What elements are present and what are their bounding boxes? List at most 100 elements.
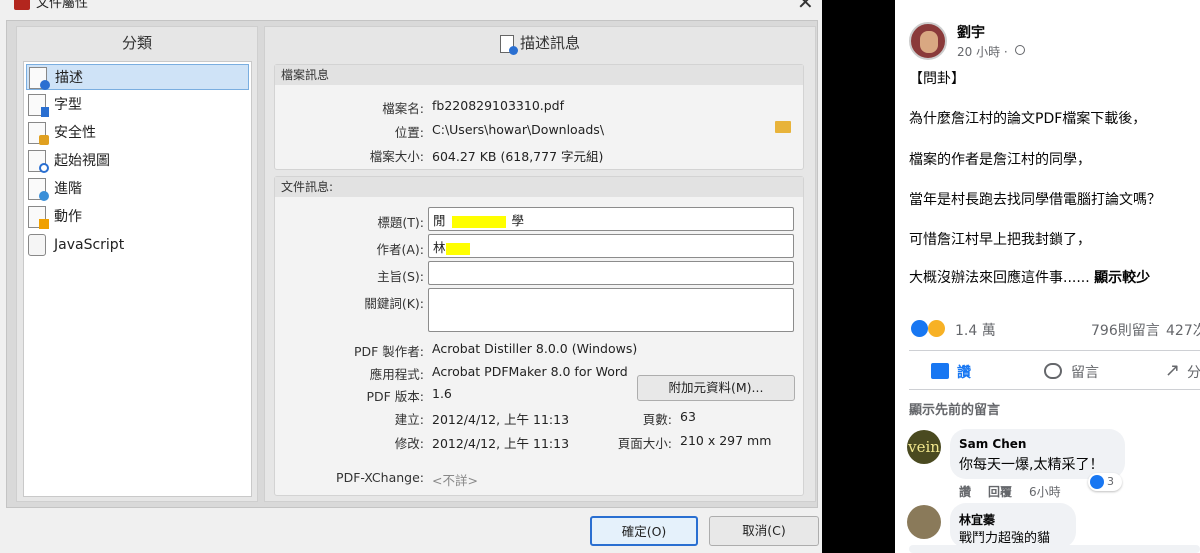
- share-icon: ↗: [1165, 360, 1181, 381]
- category-item-description[interactable]: 描述: [26, 64, 249, 90]
- category-item-fonts[interactable]: 字型: [26, 92, 249, 118]
- title-field[interactable]: 閒學: [428, 207, 794, 231]
- comment-text: 你每天一爆,太精采了！: [959, 457, 1104, 473]
- close-icon[interactable]: ✕: [797, 0, 814, 14]
- category-header: 分類: [121, 34, 152, 52]
- category-panel: 分類 描述 字型 安全性 起始視圖 進階 動作 JavaScript: [16, 26, 258, 502]
- doc-info-icon: [499, 34, 518, 55]
- globe-icon: [1015, 45, 1025, 55]
- reaction-count[interactable]: 1.4 萬: [955, 320, 996, 340]
- doc-info-icon: [29, 67, 50, 90]
- title-bar: [0, 0, 822, 14]
- see-less-link[interactable]: 顯示較少: [1094, 270, 1150, 286]
- created-label: 建立:: [394, 412, 424, 427]
- application-label: 應用程式:: [369, 367, 424, 382]
- document-properties-dialog: 文件屬性 ✕ 分類 描述 字型 安全性 起始視圖 進階 動作 JavaScrip…: [0, 0, 822, 553]
- page-size-value: 210 x 297 mm: [680, 433, 772, 448]
- comment-count[interactable]: 796則留言: [1091, 320, 1160, 340]
- like-icon: [931, 363, 949, 379]
- commenter-avatar[interactable]: [907, 505, 941, 539]
- avatar[interactable]: [909, 22, 947, 60]
- doc-view-icon: [28, 150, 49, 173]
- pdf-app-icon: [14, 0, 30, 10]
- post-line-2: 為什麼詹江村的論文PDF檔案下載後，: [909, 111, 1147, 127]
- location-label: 位置:: [394, 125, 424, 140]
- producer-label: PDF 製作者:: [353, 344, 424, 359]
- additional-metadata-button[interactable]: 附加元資料(M)...: [637, 375, 795, 401]
- post-line-6: 大概沒辦法來回應這件事...... 顯示較少: [909, 270, 1151, 286]
- folder-icon[interactable]: [775, 121, 791, 133]
- author-field-label: 作者(A):: [376, 242, 424, 257]
- title-field-label: 標題(T):: [377, 215, 424, 230]
- modified-label: 修改:: [394, 436, 424, 451]
- keywords-field-label: 關鍵詞(K):: [364, 296, 424, 311]
- description-header: 描述訊息: [265, 27, 815, 59]
- pdf-xchange-label: PDF-XChange:: [336, 470, 424, 485]
- post-line-5: 可惜詹江村早上把我封鎖了，: [909, 232, 1091, 248]
- doc-lock-icon: [28, 122, 49, 145]
- doc-lightning-icon: [28, 206, 49, 229]
- share-button[interactable]: 分: [1187, 362, 1200, 382]
- comment-like[interactable]: 讚: [959, 483, 971, 500]
- category-item-advanced[interactable]: 進階: [26, 176, 249, 202]
- divider: [909, 350, 1200, 351]
- black-gap: [822, 0, 895, 553]
- category-item-actions[interactable]: 動作: [26, 204, 249, 230]
- category-item-security[interactable]: 安全性: [26, 120, 249, 146]
- location-value: C:\Users\howar\Downloads\: [432, 122, 605, 137]
- comment-reaction-badge[interactable]: 3: [1088, 473, 1122, 491]
- pdf-version-value: 1.6: [432, 386, 452, 401]
- comment-time: 6小時: [1029, 485, 1061, 499]
- comment-input[interactable]: [909, 545, 1200, 553]
- like-button[interactable]: 讚: [957, 362, 971, 382]
- post-time[interactable]: 20 小時 ·: [957, 43, 1008, 60]
- application-value: Acrobat PDFMaker 8.0 for Word: [432, 364, 628, 379]
- comment-author[interactable]: 林宜蓁: [959, 511, 995, 528]
- pdf-version-label: PDF 版本:: [366, 389, 424, 404]
- file-size-value: 604.27 KB (618,777 字元組): [432, 149, 604, 164]
- post-line-4: 當年是村長跑去找同學借電腦打論文嗎？: [909, 192, 1161, 208]
- dialog-title: 文件屬性: [36, 0, 89, 11]
- file-info-title: 檔案訊息: [275, 65, 803, 85]
- comment-author[interactable]: Sam Chen: [959, 437, 1026, 451]
- pdf-xchange-value: <不詳>: [432, 473, 478, 488]
- pages-label: 頁數:: [642, 412, 672, 427]
- keywords-field[interactable]: [428, 288, 794, 332]
- redaction-highlight: [445, 242, 470, 255]
- like-reaction-icon: [1090, 475, 1104, 489]
- redaction-highlight: [451, 215, 506, 228]
- subject-field[interactable]: [428, 261, 794, 285]
- comment-icon: [1044, 363, 1062, 379]
- divider: [909, 389, 1200, 390]
- pages-value: 63: [680, 409, 696, 424]
- page-size-label: 頁面大小:: [617, 436, 672, 451]
- comment-reply[interactable]: 回覆: [988, 483, 1012, 500]
- comment-text: 戰鬥力超強的貓: [959, 531, 1051, 546]
- doc-info-title: 文件訊息:: [275, 177, 803, 197]
- share-count[interactable]: 427次: [1166, 320, 1200, 340]
- modified-value: 2012/4/12, 上午 11:13: [432, 436, 570, 451]
- ok-button[interactable]: 確定(O): [590, 516, 698, 546]
- facebook-post: 劉宇 20 小時 · 【問卦】 為什麼詹江村的論文PDF檔案下載後， 檔案的作者…: [895, 0, 1200, 553]
- doc-font-icon: [28, 94, 49, 117]
- category-item-javascript[interactable]: JavaScript: [26, 232, 249, 258]
- author-field[interactable]: 林: [428, 234, 794, 258]
- post-author[interactable]: 劉宇: [957, 22, 985, 42]
- category-item-initial-view[interactable]: 起始視圖: [26, 148, 249, 174]
- cancel-button[interactable]: 取消(C): [709, 516, 819, 546]
- commenter-avatar[interactable]: vein: [907, 430, 941, 464]
- comment-button[interactable]: 留言: [1071, 362, 1099, 382]
- producer-value: Acrobat Distiller 8.0.0 (Windows): [432, 341, 638, 356]
- scroll-icon: [28, 234, 46, 256]
- doc-gear-icon: [28, 178, 49, 201]
- file-size-label: 檔案大小:: [369, 149, 424, 164]
- subject-field-label: 主旨(S):: [377, 269, 424, 284]
- show-previous-comments[interactable]: 顯示先前的留言: [909, 399, 1000, 418]
- haha-reaction-icon: [928, 320, 945, 337]
- post-line-1: 【問卦】: [909, 71, 965, 87]
- category-list: 描述 字型 安全性 起始視圖 進階 動作 JavaScript: [23, 61, 252, 497]
- post-line-3: 檔案的作者是詹江村的同學，: [909, 152, 1091, 168]
- file-name-value: fb220829103310.pdf: [432, 98, 565, 113]
- like-reaction-icon: [911, 320, 928, 337]
- created-value: 2012/4/12, 上午 11:13: [432, 412, 570, 427]
